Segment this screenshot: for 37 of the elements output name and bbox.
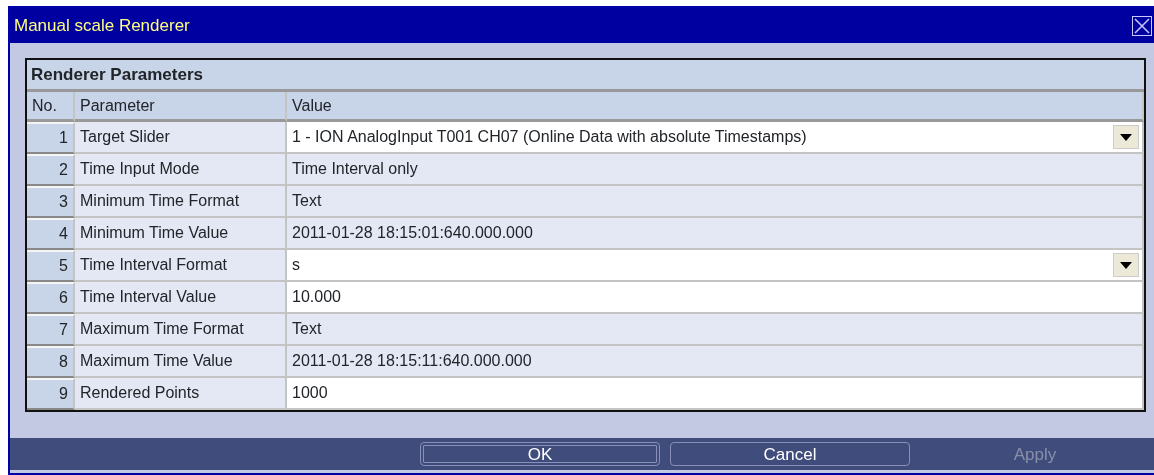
row-number: 3 [27,186,75,218]
dialog-button[interactable]: OK [420,442,660,466]
parameter-cell: Time Input Mode [75,154,287,186]
row-number: 4 [27,218,75,250]
row-number: 2 [27,154,75,186]
value-cell: 2011-01-28 18:15:01:640.000.000 [287,218,1144,250]
window-title: Manual scale Renderer [14,14,190,37]
row-number: 5 [27,250,75,282]
dropdown-field[interactable]: s [287,250,1144,282]
parameter-cell: Maximum Time Value [75,346,287,378]
parameter-cell: Target Slider [75,122,287,154]
dropdown-value: 1 - ION AnalogInput T001 CH07 (Online Data with absolute Timestamps) [292,127,807,147]
row-number: 8 [27,346,75,378]
input-field[interactable]: 10.000 [287,282,1144,314]
parameter-cell: Minimum Time Value [75,218,287,250]
dropdown-value: s [292,255,300,275]
dropdown-field[interactable]: 1 - ION AnalogInput T001 CH07 (Online Data with absolute Timestamps) [287,122,1144,154]
column-header: Value [287,92,1144,122]
value-cell: Text [287,186,1144,218]
column-header: Parameter [75,92,287,122]
row-number: 9 [27,378,75,410]
column-header: No. [27,92,75,122]
row-number: 6 [27,282,75,314]
value-cell: 2011-01-28 18:15:11:640.000.000 [287,346,1144,378]
parameter-cell: Minimum Time Format [75,186,287,218]
row-number: 7 [27,314,75,346]
value-cell: Text [287,314,1144,346]
panel-title: Renderer Parameters [27,60,1144,92]
parameter-cell: Time Interval Format [75,250,287,282]
parameter-cell: Rendered Points [75,378,287,410]
value-cell: Time Interval only [287,154,1144,186]
parameter-cell: Maximum Time Format [75,314,287,346]
input-field[interactable]: 1000 [287,378,1144,410]
close-icon[interactable] [1132,15,1152,36]
row-number: 1 [27,122,75,154]
parameter-cell: Time Interval Value [75,282,287,314]
dialog-button[interactable]: Cancel [670,442,910,466]
